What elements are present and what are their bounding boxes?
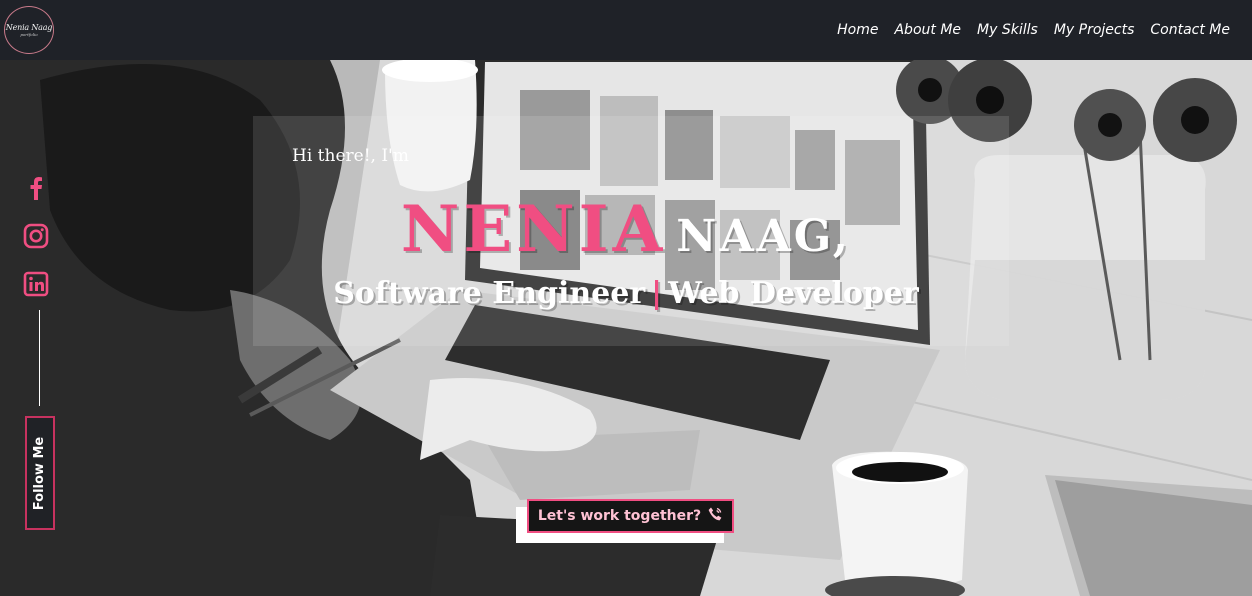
nav-menu: Home About Me My Skills My Projects Cont… <box>837 22 1230 38</box>
nav-my-projects[interactable]: My Projects <box>1054 22 1135 38</box>
nav-my-skills[interactable]: My Skills <box>977 22 1038 38</box>
hero-greeting: Hi there!, I'm <box>292 146 409 166</box>
logo-text: Nenia Naag <box>5 23 53 32</box>
phone-icon <box>707 506 723 526</box>
instagram-icon[interactable] <box>22 222 50 250</box>
navbar: Nenia Naag portfolio Home About Me My Sk… <box>0 0 1252 60</box>
social-links <box>22 174 50 318</box>
hero-name: NENIA NAAG, <box>0 192 1252 267</box>
logo[interactable]: Nenia Naag portfolio <box>4 6 54 54</box>
cta-label: Let's work together? <box>537 508 702 524</box>
nav-about-me[interactable]: About Me <box>894 22 961 38</box>
lets-work-together-button[interactable]: Let's work together? <box>527 499 734 533</box>
hero-first-name: NENIA <box>400 192 667 267</box>
hero-section: Hi there!, I'm NENIA NAAG, Software Engin… <box>0 60 1252 596</box>
social-divider-line <box>39 310 40 406</box>
follow-me-label: Follow Me <box>32 436 48 510</box>
hero-role-software-engineer: Software Engineer <box>333 276 646 311</box>
nav-contact-me[interactable]: Contact Me <box>1150 22 1230 38</box>
hero-roles: Software Engineer | Web Developer <box>0 276 1252 311</box>
nav-home[interactable]: Home <box>837 22 878 38</box>
logo-subtext: portfolio <box>20 32 38 37</box>
facebook-icon[interactable] <box>22 174 50 202</box>
follow-me-badge[interactable]: Follow Me <box>25 416 55 530</box>
hero-role-separator: | <box>651 276 663 311</box>
hero-last-name: NAAG, <box>676 211 852 262</box>
linkedin-icon[interactable] <box>22 270 50 298</box>
hero-role-web-developer: Web Developer <box>668 276 919 311</box>
